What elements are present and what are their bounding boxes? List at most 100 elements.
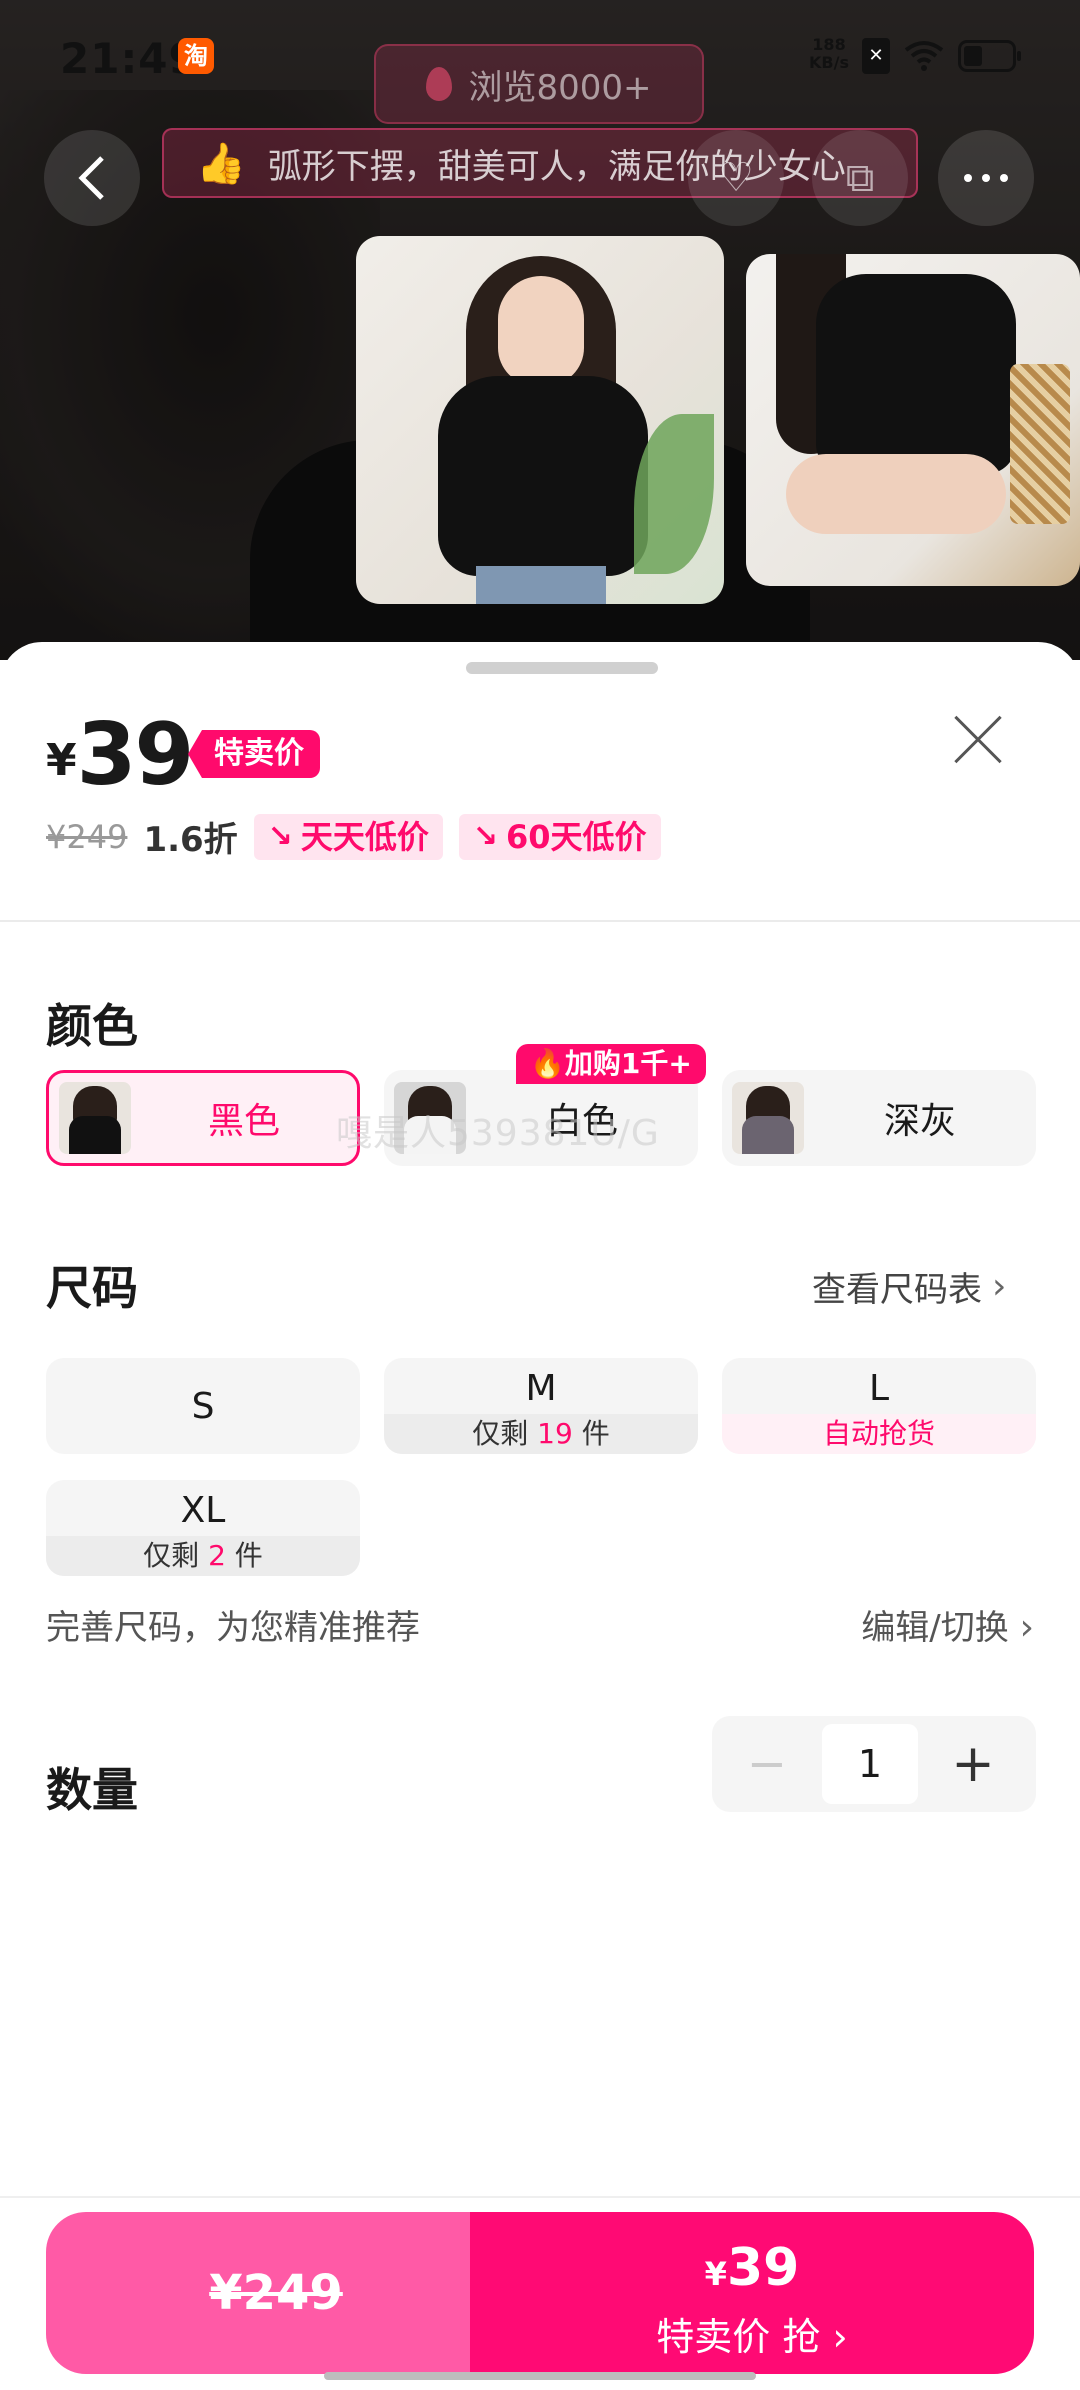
home-indicator[interactable] <box>324 2372 756 2380</box>
quantity-increase-button[interactable]: + <box>918 1734 1028 1794</box>
auto-grab-hint: 自动抢货 <box>722 1414 1036 1454</box>
size-option-label: XL <box>180 1490 226 1531</box>
swatch-shirt <box>742 1116 794 1154</box>
drag-handle[interactable] <box>466 662 658 674</box>
size-option-label: M <box>525 1368 557 1409</box>
views-indicator: 浏览8000+ <box>374 44 704 124</box>
color-section-title: 颜色 <box>46 999 138 1053</box>
deal-price-tag: 特卖价 <box>188 730 320 778</box>
more-dot <box>964 174 972 182</box>
rattan-chair <box>1010 364 1070 524</box>
model-face <box>498 276 584 386</box>
stock-hint: 仅剩 2 件 <box>46 1536 360 1576</box>
stock-hint-prefix: 仅剩 <box>472 1417 538 1450</box>
currency-symbol: ¥ <box>46 735 77 786</box>
quantity-stepper: − 1 + <box>712 1716 1036 1812</box>
flame-icon <box>426 67 453 101</box>
trend-down-icon: ↘ <box>472 818 498 854</box>
product-image-1[interactable] <box>356 236 724 604</box>
product-image-2[interactable] <box>746 254 1080 586</box>
share-icon: ⧉ <box>845 155 875 201</box>
thumbs-up-icon: 👍 <box>196 140 246 187</box>
quantity-section-title: 数量 <box>46 1763 138 1817</box>
chevron-right-icon: › <box>832 2315 848 2359</box>
color-swatch <box>59 1082 131 1154</box>
more-dot <box>982 174 990 182</box>
back-button[interactable] <box>44 130 140 226</box>
size-option-xl[interactable]: XL 仅剩 2 件 <box>46 1480 360 1576</box>
discount-rate: 1.6折 <box>143 820 238 860</box>
swatch-shirt <box>69 1116 121 1154</box>
stock-hint-suffix: 件 <box>572 1417 610 1450</box>
quantity-decrease-button[interactable]: − <box>712 1736 822 1792</box>
low-price-tag: ↘ 天天低价 <box>253 813 443 860</box>
popularity-badge-label: 加购1千+ <box>564 1047 692 1080</box>
divider <box>0 920 1080 922</box>
trend-down-icon: ↘ <box>267 818 293 854</box>
sku-selection-sheet: ¥ 39 特卖价 ¥249 1.6折 ↘ 天天低价 ↘ 60天低价 颜色 黑色 … <box>0 642 1080 2388</box>
size-recommend-row: 完善尺码，为您精准推荐 编辑/切换 › <box>46 1600 1034 1649</box>
model-jeans <box>476 566 606 604</box>
network-speed-unit: KB/s <box>809 53 849 72</box>
size-option-label: S <box>191 1386 215 1427</box>
low-price-tag: ↘ 60天低价 <box>458 813 661 860</box>
original-price: ¥249 <box>46 817 128 856</box>
stock-count: 2 <box>208 1539 226 1572</box>
network-speed: 188 KB/s <box>805 36 853 72</box>
low-price-tag-label: 60天低价 <box>505 817 647 856</box>
promo-banner: 👍 弧形下摆，甜美可人，满足你的少女心 <box>162 128 918 198</box>
flame-icon: 🔥 <box>530 1047 565 1080</box>
stock-count: 19 <box>537 1417 573 1450</box>
low-price-tag-label: 天天低价 <box>300 817 429 856</box>
buy-now-text: 特卖价 抢 <box>656 2315 821 2359</box>
network-speed-value: 188 <box>812 35 846 54</box>
chevron-right-icon: › <box>1019 1607 1034 1648</box>
quantity-input[interactable]: 1 <box>822 1724 918 1804</box>
size-option-s[interactable]: S <box>46 1358 360 1454</box>
bottom-action-bar: ¥249 ¥39 特卖价 抢 › <box>0 2196 1080 2390</box>
watermark: 嘎是人539381U/G <box>336 1113 660 1154</box>
stock-hint-suffix: 件 <box>225 1539 263 1572</box>
edit-size-link[interactable]: 编辑/切换 › <box>861 1600 1034 1649</box>
share-button[interactable]: ⧉ <box>812 130 908 226</box>
model-arm <box>786 454 1006 534</box>
close-button[interactable] <box>950 712 1006 768</box>
price-details: ¥249 1.6折 ↘ 天天低价 ↘ 60天低价 <box>46 812 661 861</box>
taobao-app-icon: 淘 <box>178 38 214 74</box>
model-shirt <box>816 274 1016 474</box>
size-option-label: L <box>868 1368 890 1409</box>
buy-now-button[interactable]: ¥39 特卖价 抢 › <box>470 2212 1034 2374</box>
size-chart-link[interactable]: 查看尺码表 › <box>812 1262 1006 1311</box>
original-price-button[interactable]: ¥249 <box>46 2212 506 2374</box>
popularity-badge: 🔥加购1千+ <box>516 1044 706 1084</box>
favorite-button[interactable]: ♡ <box>688 130 784 226</box>
size-section-title: 尺码 <box>46 1261 138 1315</box>
wifi-icon <box>904 41 944 71</box>
size-option-l[interactable]: L 自动抢货 <box>722 1358 1036 1454</box>
product-background: 21:49 淘 188 KB/s ✕ 浏览8000+ 👍 弧形下摆，甜美可人，满… <box>0 0 1080 660</box>
edit-size-label: 编辑/切换 <box>861 1608 1009 1648</box>
chevron-left-icon <box>78 156 104 200</box>
current-price: ¥ 39 <box>46 705 195 805</box>
buy-price-value: 39 <box>726 2238 800 2298</box>
buy-price: ¥39 <box>470 2238 1034 2298</box>
battery-icon <box>958 40 1021 72</box>
color-option-dark-gray[interactable]: 深灰 <box>722 1070 1036 1166</box>
chevron-right-icon: › <box>992 1266 1007 1307</box>
stock-hint-prefix: 仅剩 <box>143 1539 209 1572</box>
color-option-label: 深灰 <box>883 1101 956 1142</box>
no-sim-icon: ✕ <box>862 38 890 74</box>
more-dot <box>1000 174 1008 182</box>
size-option-m[interactable]: M 仅剩 19 件 <box>384 1358 698 1454</box>
buy-now-label: 特卖价 抢 › <box>470 2306 1034 2361</box>
color-option-black[interactable]: 黑色 <box>46 1070 360 1166</box>
more-button[interactable] <box>938 130 1034 226</box>
stock-hint: 仅剩 19 件 <box>384 1414 698 1454</box>
model-shirt <box>438 376 648 576</box>
price-value: 39 <box>76 705 195 805</box>
size-chart-label: 查看尺码表 <box>812 1270 982 1310</box>
color-swatch <box>732 1082 804 1154</box>
heart-icon: ♡ <box>718 155 754 201</box>
buy-price-currency: ¥ <box>704 2255 727 2293</box>
status-icons: ✕ <box>862 38 1021 74</box>
